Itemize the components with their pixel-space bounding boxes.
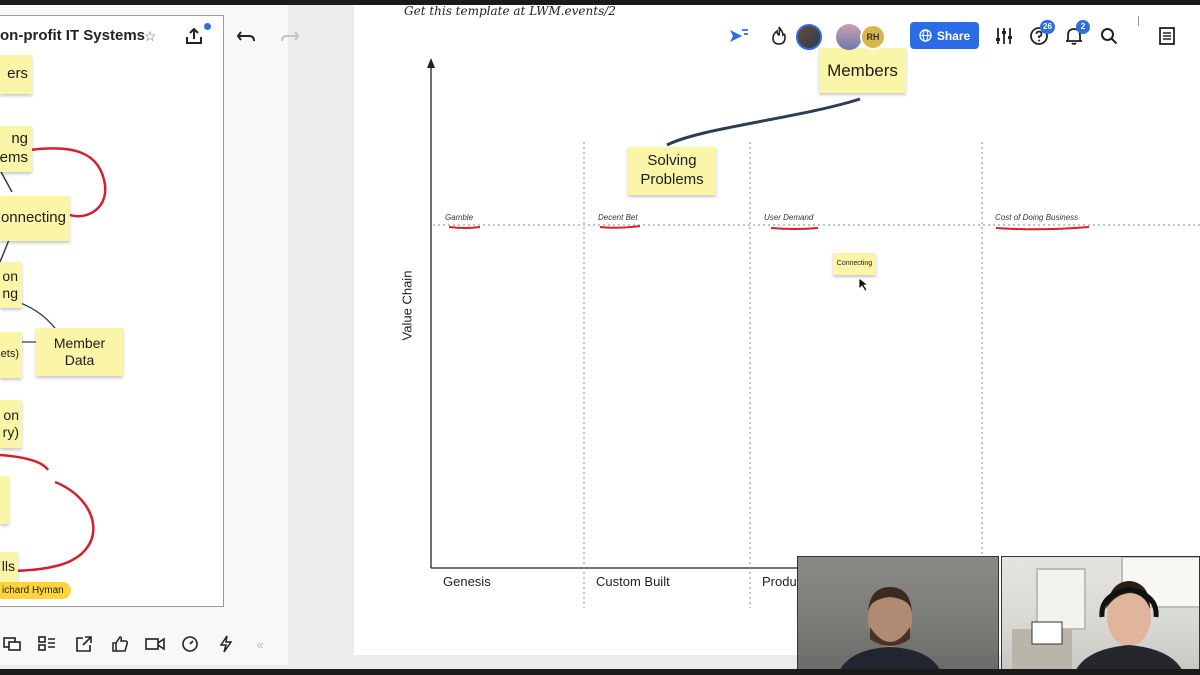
collaborator-avatar[interactable] xyxy=(836,24,862,50)
sticky-text: Problems xyxy=(640,171,704,188)
sticky-text: Connecting xyxy=(836,259,873,267)
notification-count-badge: 2 xyxy=(1076,20,1090,34)
video-participant-1[interactable] xyxy=(797,556,999,673)
share-label: Share xyxy=(936,28,971,43)
x-axis-label-genesis: Genesis xyxy=(443,574,491,589)
quadrant-label-gamble: Gamble xyxy=(445,213,474,222)
collaborator-avatar-rh[interactable]: RH xyxy=(860,24,886,50)
whiteboard-app: on-profit IT Systems ☆ ers ng ems onnect… xyxy=(0,0,1200,675)
share-button[interactable]: Share xyxy=(910,22,979,49)
quadrant-label-cost-of-doing-business: Cost of Doing Business xyxy=(995,213,1079,222)
sticky-text: Solving xyxy=(647,152,697,170)
user-avatar[interactable] xyxy=(796,24,822,50)
video-participant-2[interactable] xyxy=(1001,556,1200,673)
globe-icon xyxy=(919,29,932,42)
bottom-edge xyxy=(0,669,1200,675)
x-axis-label-product: Produ xyxy=(762,574,797,589)
mouse-cursor-icon xyxy=(858,277,870,292)
sticky-connecting[interactable]: Connecting xyxy=(833,253,876,275)
notes-panel-icon[interactable] xyxy=(1156,25,1178,47)
sticky-text: Members xyxy=(827,60,898,80)
avatar-initials: RH xyxy=(866,32,880,42)
participant-1-silhouette xyxy=(838,587,942,672)
send-reactions-icon[interactable] xyxy=(728,25,750,47)
fire-icon[interactable] xyxy=(768,25,790,47)
search-icon[interactable] xyxy=(1098,25,1120,47)
x-axis-label-custom-built: Custom Built xyxy=(596,574,670,589)
participant-2-silhouette xyxy=(1012,557,1199,672)
quadrant-label-user-demand: User Demand xyxy=(764,213,814,222)
y-axis-label: Value Chain xyxy=(399,270,415,341)
sticky-members[interactable]: Members xyxy=(819,48,906,93)
help-count-badge: 26 xyxy=(1040,20,1055,34)
quadrant-label-decent-bet: Decent Bet xyxy=(598,213,638,222)
top-edge xyxy=(0,0,1200,5)
divider xyxy=(1138,16,1139,26)
sticky-solving-problems[interactable]: Solving Problems xyxy=(628,147,716,195)
settings-sliders-icon[interactable] xyxy=(993,25,1015,47)
